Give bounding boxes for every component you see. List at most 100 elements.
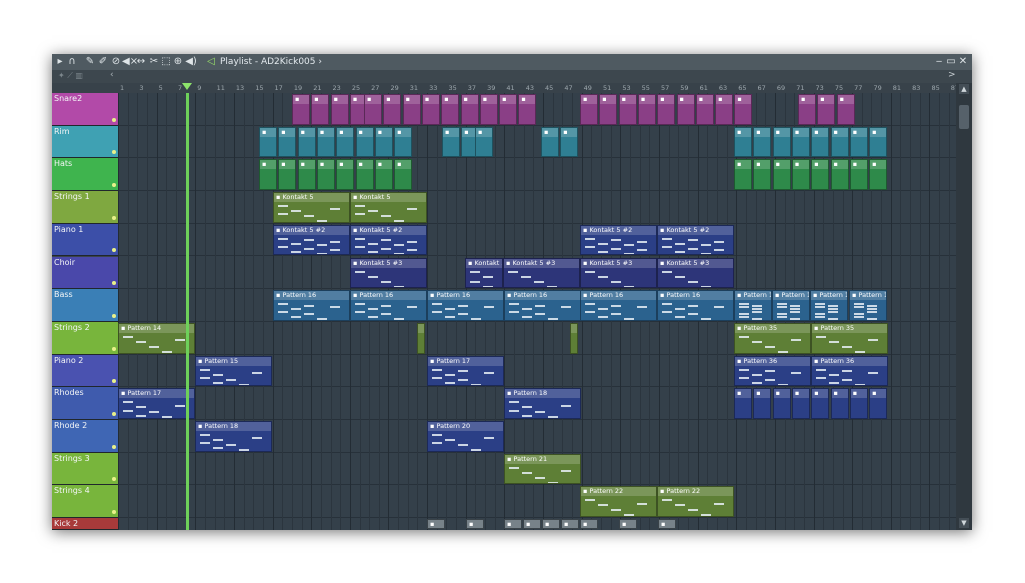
pattern-clip[interactable]: ▪	[278, 159, 297, 191]
track-header[interactable]: Piano 1	[52, 223, 118, 257]
pattern-clip[interactable]: ▪ Kontakt 5 #3	[657, 257, 734, 289]
track-led-icon[interactable]	[112, 313, 116, 318]
slice-icon[interactable]: ✂	[148, 56, 160, 68]
pattern-clip[interactable]: ▪ Pattern 16	[772, 290, 810, 321]
pattern-clip[interactable]: ▪	[811, 159, 830, 191]
pattern-clip[interactable]: ▪	[292, 94, 310, 125]
pattern-clip[interactable]: ▪	[402, 94, 421, 125]
close-button[interactable]: ✕	[958, 56, 968, 68]
paint-icon[interactable]: ✐	[97, 56, 109, 68]
pattern-clip[interactable]: ▪	[869, 388, 888, 419]
pattern-clip[interactable]: ▪ Kontakt 5 #3	[580, 257, 657, 289]
pattern-clip[interactable]: ▪ Pattern 17	[118, 388, 195, 419]
scroll-right-icon[interactable]: >	[948, 70, 956, 80]
pattern-clip[interactable]: ▪	[618, 94, 637, 125]
pattern-clip[interactable]: ▪ Kontakt 5 #2	[580, 224, 657, 256]
select-icon[interactable]: ⬚	[160, 56, 172, 68]
snap-icons[interactable]: ✦ ⟋ ▥	[58, 71, 83, 81]
maximize-button[interactable]: ▭	[946, 56, 956, 68]
pattern-clip[interactable]: ▪	[297, 159, 316, 191]
pattern-clip[interactable]: ▪	[504, 519, 522, 530]
pattern-clip[interactable]: ▪	[849, 388, 868, 419]
pattern-clip[interactable]: ▪	[849, 159, 868, 191]
pattern-clip[interactable]: ▪	[817, 94, 836, 125]
track-header[interactable]: Strings 4	[52, 485, 118, 519]
pattern-clip[interactable]: ▪ Pattern 22	[580, 486, 657, 518]
pattern-clip[interactable]: ▪	[518, 94, 537, 125]
pattern-clip[interactable]: ▪ Pattern 16	[427, 290, 504, 321]
pattern-clip[interactable]: ▪	[499, 94, 518, 125]
pattern-clip[interactable]: ▪ Kontakt 5	[465, 257, 503, 289]
pattern-clip[interactable]: ▪	[811, 126, 830, 158]
pattern-clip[interactable]: ▪	[421, 94, 440, 125]
clip-header[interactable]	[571, 323, 577, 333]
pattern-clip[interactable]: ▪	[830, 159, 849, 191]
pattern-clip[interactable]: ▪ Pattern 16	[350, 290, 427, 321]
pattern-clip[interactable]: ▪	[830, 126, 849, 158]
pattern-clip[interactable]: ▪	[619, 519, 637, 530]
draw-icon[interactable]: ✎	[84, 56, 96, 68]
delete-icon[interactable]: ⊘	[110, 56, 122, 68]
scroll-down-icon[interactable]: ▼	[959, 518, 969, 528]
pattern-clip[interactable]: ▪	[715, 94, 734, 125]
pattern-clip[interactable]: ▪ Pattern 16	[810, 290, 848, 321]
clip-header[interactable]	[418, 323, 424, 333]
pattern-clip[interactable]: ▪	[364, 94, 382, 125]
pattern-clip[interactable]: ▪	[798, 94, 816, 125]
pattern-clip[interactable]: ▪	[427, 519, 445, 530]
track-led-icon[interactable]	[112, 183, 116, 188]
track-led-icon[interactable]	[112, 379, 116, 384]
pattern-clip[interactable]: ▪ Kontakt 5 #2	[657, 224, 734, 256]
pattern-clip[interactable]: ▪ Pattern 15	[195, 355, 272, 387]
track-header[interactable]: Piano 2	[52, 354, 118, 388]
track-header[interactable]: Strings 3	[52, 452, 118, 486]
pattern-clip[interactable]: ▪	[869, 126, 888, 158]
slip-icon[interactable]: ↔	[135, 56, 147, 68]
track-header[interactable]: Strings 1	[52, 191, 118, 224]
pattern-clip[interactable]: ▪	[316, 159, 335, 191]
pattern-clip[interactable]: ▪	[637, 94, 656, 125]
pattern-clip[interactable]: ▪ Pattern 14	[118, 322, 195, 354]
track-led-icon[interactable]	[112, 510, 116, 515]
pattern-clip[interactable]: ▪ Pattern 16	[580, 290, 657, 321]
pattern-clip[interactable]: ▪	[336, 126, 355, 158]
track-header[interactable]: Choir	[52, 256, 118, 290]
pattern-clip[interactable]: ▪	[561, 519, 579, 530]
pattern-clip[interactable]: ▪	[311, 94, 330, 125]
track-led-icon[interactable]	[112, 411, 116, 416]
track-header[interactable]: Rim	[52, 125, 118, 159]
vertical-scrollbar[interactable]: ▲ ▼	[956, 83, 972, 530]
track-led-icon[interactable]	[112, 215, 116, 220]
pattern-clip[interactable]: ▪	[523, 519, 541, 530]
scroll-thumb[interactable]	[959, 105, 969, 129]
pattern-clip[interactable]: ▪ Pattern 36	[734, 355, 811, 387]
pattern-clip[interactable]: ▪ Kontakt 5 #3	[350, 257, 427, 289]
pattern-clip[interactable]: ▪	[336, 159, 355, 191]
play-menu-icon[interactable]: ▸	[55, 56, 65, 68]
pattern-clip[interactable]: ▪	[394, 159, 413, 191]
pattern-clip[interactable]: ▪	[849, 126, 868, 158]
pattern-clip[interactable]: ▪	[811, 388, 830, 419]
pattern-clip[interactable]: ▪	[676, 94, 695, 125]
pattern-clip[interactable]: ▪ Pattern 36	[811, 355, 888, 387]
pattern-clip[interactable]: ▪	[355, 126, 374, 158]
track-header[interactable]: Rhode 2	[52, 420, 118, 453]
pattern-clip[interactable]: ▪	[657, 94, 676, 125]
playback-icon[interactable]: ◀)	[185, 56, 197, 68]
pattern-clip[interactable]: ▪	[772, 126, 791, 158]
pattern-clip[interactable]: ▪	[791, 126, 810, 158]
pattern-clip[interactable]: ▪ Kontakt 5	[350, 192, 427, 223]
pattern-clip[interactable]: ▪ Kontakt 5 #2	[350, 224, 427, 256]
pattern-clip[interactable]: ▪	[772, 388, 791, 419]
pattern-clip[interactable]: ▪ Pattern 18	[195, 421, 272, 452]
pattern-clip[interactable]: ▪	[772, 159, 791, 191]
magnet-icon[interactable]: ∩	[66, 56, 78, 68]
pattern-clip[interactable]: ▪	[297, 126, 316, 158]
pattern-clip[interactable]: ▪	[599, 94, 618, 125]
pattern-clip[interactable]: ▪ Kontakt 5	[273, 192, 350, 223]
pattern-clip[interactable]: ▪	[466, 519, 484, 530]
pattern-clip[interactable]: ▪	[541, 126, 559, 158]
pattern-clip[interactable]	[570, 322, 578, 354]
track-led-icon[interactable]	[112, 281, 116, 286]
pattern-clip[interactable]: ▪	[753, 126, 772, 158]
